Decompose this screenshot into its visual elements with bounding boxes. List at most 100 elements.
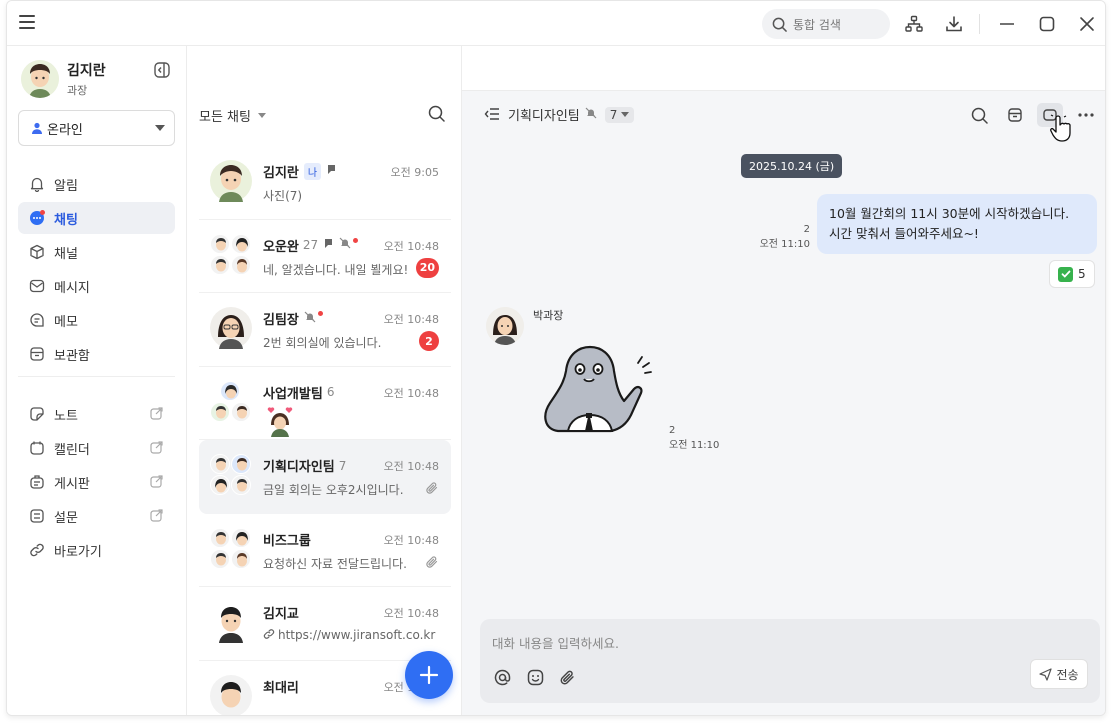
seal-sticker-image[interactable] bbox=[540, 343, 655, 435]
collapse-list-icon[interactable] bbox=[484, 107, 500, 125]
sidebar-item-message[interactable]: 메시지 bbox=[18, 270, 175, 302]
search-icon bbox=[772, 17, 787, 32]
sidebar-item-label: 설문 bbox=[54, 510, 78, 526]
conversation-pane: 기획디자인팀 7 2025.10.24 (금) 2 오전 11:10 10월 월 bbox=[462, 91, 1105, 715]
group-avatar bbox=[210, 380, 252, 423]
sidebar-item-survey[interactable]: 설문 bbox=[18, 500, 175, 532]
search-icon[interactable] bbox=[966, 103, 992, 127]
status-select[interactable]: 온라인 bbox=[18, 110, 175, 146]
search-icon[interactable] bbox=[428, 105, 445, 126]
nav-divider bbox=[18, 376, 175, 394]
sidebar-item-label: 채팅 bbox=[54, 212, 78, 228]
archive-icon bbox=[28, 345, 46, 363]
member-count-dropdown[interactable]: 7 bbox=[604, 106, 635, 123]
more-icon[interactable] bbox=[1073, 103, 1099, 127]
chat-row-name: 김지교 bbox=[263, 603, 299, 622]
unread-badge: 20 bbox=[415, 257, 439, 278]
mute-icon bbox=[304, 311, 316, 327]
check-emoji-icon bbox=[1058, 266, 1073, 282]
chat-row-time: 오전 10:48 bbox=[383, 607, 439, 620]
profile[interactable]: 김지란 과장 bbox=[21, 60, 106, 98]
avatar[interactable] bbox=[486, 307, 524, 345]
chat-row-time: 오전 10:48 bbox=[383, 386, 439, 400]
sidebar-item-calendar[interactable]: 캘린더 bbox=[18, 432, 175, 464]
chat-row-3[interactable]: 사업개발팀 6 오전 10:48 bbox=[199, 367, 451, 440]
chat-row-2[interactable]: 김팀장 오전 10:48 2번 회의실에 있습니다. 2 bbox=[199, 293, 451, 367]
chat-row-name: 사업개발팀 6 bbox=[263, 383, 334, 402]
chat-row-4[interactable]: 기획디자인팀 7 오전 10:48 금일 회의는 오후2시입니다. bbox=[199, 440, 451, 514]
chat-list: 김지란 나 오전 9:05 사진(7) 오운완 27 오전 10:48 네, 알… bbox=[199, 146, 451, 715]
memo-icon bbox=[28, 311, 46, 329]
member-count: 6 bbox=[326, 385, 335, 399]
mention-icon[interactable] bbox=[494, 669, 511, 690]
member-count: 27 bbox=[302, 238, 319, 252]
left-sidebar: 김지란 과장 온라인 알림 채팅 채널 메시지 메모 보관함 노트 캘린더 게시… bbox=[7, 46, 187, 715]
calendar-icon bbox=[28, 439, 46, 457]
panel-toggle-icon[interactable] bbox=[154, 62, 170, 82]
external-link-icon bbox=[150, 407, 163, 424]
menu-icon[interactable] bbox=[19, 15, 35, 29]
sidebar-item-label: 게시판 bbox=[54, 476, 90, 492]
sidebar-item-channel[interactable]: 채널 bbox=[18, 236, 175, 268]
send-label: 전송 bbox=[1056, 667, 1079, 682]
org-chart-icon[interactable] bbox=[903, 13, 925, 35]
sidebar-item-shortcut[interactable]: 바로가기 bbox=[18, 534, 175, 566]
chat-filter-dropdown[interactable]: 모든 채팅 bbox=[199, 106, 266, 125]
paperclip-icon[interactable] bbox=[559, 669, 576, 690]
user-icon bbox=[32, 122, 42, 134]
sidebar-item-board[interactable]: 게시판 bbox=[18, 466, 175, 498]
global-search-input[interactable]: 통합 검색 bbox=[762, 9, 890, 39]
download-icon[interactable] bbox=[943, 13, 965, 35]
close-icon[interactable] bbox=[1076, 13, 1098, 35]
chat-row-1[interactable]: 오운완 27 오전 10:48 네, 알겠습니다. 내일 뵐게요! 20 bbox=[199, 220, 451, 293]
survey-icon bbox=[28, 507, 46, 525]
external-link-icon bbox=[150, 509, 163, 526]
title-bar: 통합 검색 bbox=[7, 1, 1105, 46]
chat-row-preview: 사진(7) bbox=[263, 189, 303, 203]
archive-icon[interactable] bbox=[1002, 103, 1028, 127]
link-preview-text: https://www.jiransoft.co.kr bbox=[278, 628, 436, 642]
reaction-count: 5 bbox=[1078, 267, 1086, 281]
unread-badge: 2 bbox=[419, 331, 439, 351]
mail-icon bbox=[28, 277, 46, 295]
chat-row-preview: 네, 알겠습니다. 내일 뵐게요! bbox=[263, 262, 409, 277]
chat-row-0[interactable]: 김지란 나 오전 9:05 사진(7) bbox=[199, 146, 451, 220]
sidebar-item-alerts[interactable]: 알림 bbox=[18, 168, 175, 200]
mute-icon bbox=[339, 237, 351, 253]
sender-name: 박과장 bbox=[533, 309, 564, 322]
unread-count: 2 bbox=[669, 425, 676, 436]
chat-row-preview: 요청하신 자료 전달드립니다. bbox=[263, 556, 407, 571]
chat-row-time: 오전 10:48 bbox=[383, 460, 439, 473]
maximize-icon[interactable] bbox=[1036, 13, 1058, 35]
titlebar-divider bbox=[979, 14, 980, 34]
sidebar-item-chat[interactable]: 채팅 bbox=[18, 202, 175, 234]
minimize-icon[interactable] bbox=[996, 13, 1018, 35]
sidebar-item-label: 메모 bbox=[54, 314, 78, 330]
sidebar-item-memo[interactable]: 메모 bbox=[18, 304, 175, 336]
chat-row-6[interactable]: 김지교 오전 10:48 https://www.jiransoft.co.kr bbox=[199, 587, 451, 661]
message-text-line: 10월 월간회의 11시 30분에 시작하겠습니다. bbox=[829, 206, 1070, 221]
message-time: 오전 11:10 bbox=[669, 440, 720, 451]
new-chat-button[interactable] bbox=[405, 651, 453, 699]
unread-count: 2 bbox=[803, 224, 810, 235]
conversation-title-text: 기획디자인팀 bbox=[508, 109, 580, 124]
reaction-chip[interactable]: 5 bbox=[1049, 260, 1095, 288]
link-icon bbox=[28, 541, 46, 559]
message-composer[interactable]: 대화 내용을 입력하세요. 전송 bbox=[480, 619, 1100, 703]
member-count: 7 bbox=[338, 458, 347, 473]
send-button[interactable]: 전송 bbox=[1030, 659, 1088, 689]
my-message-bubble[interactable]: 10월 월간회의 11시 30분에 시작하겠습니다. 시간 맞춰서 들어와주세요… bbox=[817, 194, 1097, 254]
external-link-icon bbox=[150, 475, 163, 492]
chat-row-5[interactable]: 비즈그룹 오전 10:48 요청하신 자료 전달드립니다. bbox=[199, 514, 451, 587]
conversation-header: 기획디자인팀 7 bbox=[462, 91, 1105, 137]
bell-icon bbox=[28, 175, 46, 193]
unread-dot bbox=[353, 237, 359, 243]
avatar bbox=[210, 674, 252, 715]
sidebar-item-archive[interactable]: 보관함 bbox=[18, 338, 175, 370]
sidebar-item-label: 메시지 bbox=[54, 280, 90, 296]
emoji-icon[interactable] bbox=[527, 669, 544, 690]
chat-name: 김팀장 bbox=[263, 313, 299, 328]
sidebar-item-note[interactable]: 노트 bbox=[18, 398, 175, 430]
note-icon bbox=[28, 405, 46, 423]
message-time: 오전 11:10 bbox=[759, 239, 810, 250]
